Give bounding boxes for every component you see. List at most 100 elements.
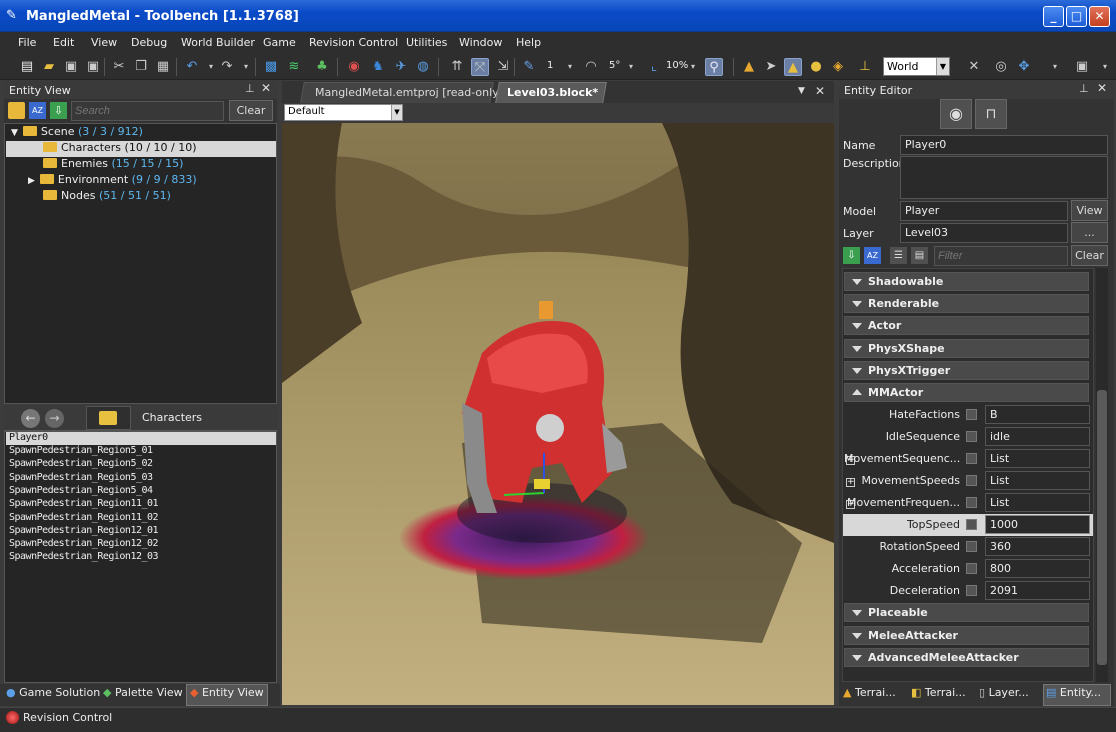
prop-override-checkbox[interactable] bbox=[966, 453, 977, 464]
scale-snap-dropdown-icon[interactable]: ▾ bbox=[684, 58, 702, 76]
collapsed-arrow-icon[interactable]: ▶ bbox=[28, 176, 35, 186]
transform-icon[interactable]: ✥ bbox=[1015, 58, 1033, 76]
prop-override-checkbox[interactable] bbox=[966, 585, 977, 596]
section-actor[interactable]: Actor bbox=[844, 316, 1089, 335]
model-field[interactable]: Player bbox=[900, 201, 1068, 221]
panel-close-icon[interactable]: ✕ bbox=[261, 81, 271, 95]
camera-icon[interactable]: ◎ bbox=[992, 58, 1010, 76]
prop-override-checkbox[interactable] bbox=[966, 497, 977, 508]
visibility-eye-icon[interactable]: ◉ bbox=[940, 99, 972, 129]
angle-snap-dropdown-icon[interactable]: ▾ bbox=[622, 58, 640, 76]
snap-step-value[interactable]: 1 bbox=[547, 60, 553, 71]
list-item[interactable]: SpawnPedestrian_Region5_04 bbox=[9, 485, 153, 496]
list-item[interactable]: SpawnPedestrian_Region5_02 bbox=[9, 458, 153, 469]
list-item[interactable]: SpawnPedestrian_Region5_03 bbox=[9, 472, 153, 483]
scale-tool-icon[interactable]: ⇲ bbox=[494, 58, 512, 76]
redo-icon[interactable]: ↷ bbox=[218, 58, 236, 76]
lock-icon[interactable]: ⊓ bbox=[975, 99, 1007, 129]
select-cursor-icon[interactable]: ➤ bbox=[762, 58, 780, 76]
network-icon[interactable]: ◍ bbox=[414, 58, 432, 76]
build-icon[interactable]: ♣ bbox=[313, 58, 331, 76]
list-view-icon[interactable]: ☰ bbox=[890, 247, 907, 264]
document-close-icon[interactable]: ✕ bbox=[815, 84, 825, 98]
list-item[interactable]: SpawnPedestrian_Region11_01 bbox=[9, 498, 159, 509]
prop-value-acceleration[interactable]: 800 bbox=[985, 559, 1090, 578]
open-folder-icon[interactable]: ▰ bbox=[40, 58, 58, 76]
tab-terrain-1[interactable]: ▲ Terrai... bbox=[843, 686, 896, 699]
snap-step-dropdown-icon[interactable]: ▾ bbox=[561, 58, 579, 76]
object-icon[interactable]: ◈ bbox=[829, 58, 847, 76]
tab-game-solution[interactable]: ● Game Solution bbox=[6, 686, 100, 699]
list-item[interactable]: SpawnPedestrian_Region5_01 bbox=[9, 445, 153, 456]
save-icon[interactable]: ▣ bbox=[62, 58, 80, 76]
property-filter-input[interactable] bbox=[934, 246, 1068, 266]
prop-override-checkbox[interactable] bbox=[966, 541, 977, 552]
redo-dropdown-icon[interactable]: ▾ bbox=[237, 58, 255, 76]
menu-file[interactable]: File bbox=[18, 36, 36, 49]
play-icon[interactable]: ◉ bbox=[345, 58, 363, 76]
revision-control-tab[interactable]: Revision Control bbox=[23, 711, 112, 724]
angle-snap-value[interactable]: 5° bbox=[609, 60, 620, 71]
run-icon[interactable]: ♞ bbox=[369, 58, 387, 76]
toolbar-overflow-icon[interactable]: ▾ bbox=[1046, 58, 1064, 76]
snap-icon[interactable]: ✎ bbox=[520, 58, 538, 76]
list-item[interactable]: Player0 bbox=[9, 432, 48, 443]
layer-browse-button[interactable]: ... bbox=[1071, 222, 1108, 243]
entity-search-clear-button[interactable]: Clear bbox=[229, 100, 273, 121]
tree-node-nodes[interactable]: Nodes (51 / 51 / 51) bbox=[43, 189, 171, 205]
screenshot-icon[interactable]: ▣ bbox=[1073, 58, 1091, 76]
layers-icon[interactable]: ≋ bbox=[285, 58, 303, 76]
close-button[interactable]: ✕ bbox=[1089, 6, 1110, 27]
minimize-button[interactable]: _ bbox=[1043, 6, 1064, 27]
back-arrow-icon[interactable]: ← bbox=[21, 409, 40, 428]
section-renderable[interactable]: Renderable bbox=[844, 294, 1089, 313]
scale-snap-icon[interactable]: ⌞ bbox=[645, 58, 663, 76]
place-icon[interactable]: ▲ bbox=[784, 58, 802, 76]
light-icon[interactable]: ● bbox=[807, 58, 825, 76]
menu-utilities[interactable]: Utilities bbox=[406, 36, 447, 49]
prop-value-deceleration[interactable]: 2091 bbox=[985, 581, 1090, 600]
section-physxtrigger[interactable]: PhysXTrigger bbox=[844, 361, 1089, 380]
pin-icon[interactable]: ⊥ bbox=[1079, 82, 1089, 95]
scrollbar-thumb[interactable] bbox=[1097, 390, 1107, 665]
tab-entity-view[interactable]: ◆ Entity View bbox=[190, 686, 264, 699]
pick-icon[interactable]: ⚲ bbox=[705, 58, 723, 76]
categorized-icon[interactable]: ⇩ bbox=[843, 247, 860, 264]
move-tool-icon[interactable]: ⇈ bbox=[448, 58, 466, 76]
tab-project[interactable]: MangledMetal.emtproj [read-only] bbox=[315, 86, 503, 99]
section-physxshape[interactable]: PhysXShape bbox=[844, 339, 1089, 358]
tree-node-characters[interactable]: Characters (10 / 10 / 10) bbox=[6, 141, 276, 157]
prop-override-checkbox[interactable] bbox=[966, 519, 977, 530]
tab-entity-editor[interactable]: ▤ Entity... bbox=[1046, 686, 1101, 699]
prop-value-topspeed[interactable]: 1000 bbox=[985, 515, 1090, 534]
description-field[interactable] bbox=[900, 156, 1108, 199]
forward-arrow-icon[interactable]: → bbox=[45, 409, 64, 428]
list-item[interactable]: SpawnPedestrian_Region12_01 bbox=[9, 525, 159, 536]
maximize-button[interactable]: □ bbox=[1066, 6, 1087, 27]
tab-terrain-2[interactable]: ◧ Terrai... bbox=[911, 686, 966, 699]
section-placeable[interactable]: Placeable bbox=[844, 603, 1089, 622]
section-meleeattacker[interactable]: MeleeAttacker bbox=[844, 626, 1089, 645]
prop-value-hatefactions[interactable]: B bbox=[985, 405, 1090, 424]
tree-node-environment[interactable]: ▶ Environment (9 / 9 / 833) bbox=[28, 173, 197, 189]
sort-az-icon[interactable]: AZ bbox=[864, 247, 881, 264]
menu-window[interactable]: Window bbox=[459, 36, 502, 49]
rotate-tool-icon[interactable]: ⤧ bbox=[471, 58, 489, 76]
tools-icon[interactable]: ✕ bbox=[965, 58, 983, 76]
stamp-icon[interactable]: ⊥ bbox=[856, 58, 874, 76]
prop-override-checkbox[interactable] bbox=[966, 409, 977, 420]
prop-override-checkbox[interactable] bbox=[966, 431, 977, 442]
pin-icon[interactable]: ⊥ bbox=[245, 82, 255, 95]
save-all-icon[interactable]: ▣ bbox=[84, 58, 102, 76]
expanded-arrow-icon[interactable]: ▼ bbox=[11, 128, 18, 138]
section-shadowable[interactable]: Shadowable bbox=[844, 272, 1089, 291]
menu-game[interactable]: Game bbox=[263, 36, 296, 49]
title-bar[interactable]: ✎ MangledMetal - Toolbench [1.1.3768] _ … bbox=[0, 0, 1116, 32]
menu-world-builder[interactable]: World Builder bbox=[181, 36, 255, 49]
camera-select[interactable]: Default ▼ bbox=[284, 104, 403, 121]
tab-list-dropdown-icon[interactable]: ▼ bbox=[798, 86, 805, 96]
toolbar-overflow-2-icon[interactable]: ▾ bbox=[1096, 58, 1114, 76]
panel-close-icon[interactable]: ✕ bbox=[1097, 81, 1107, 95]
menu-debug[interactable]: Debug bbox=[131, 36, 167, 49]
transform-space-select[interactable]: World ▼ bbox=[883, 57, 950, 76]
